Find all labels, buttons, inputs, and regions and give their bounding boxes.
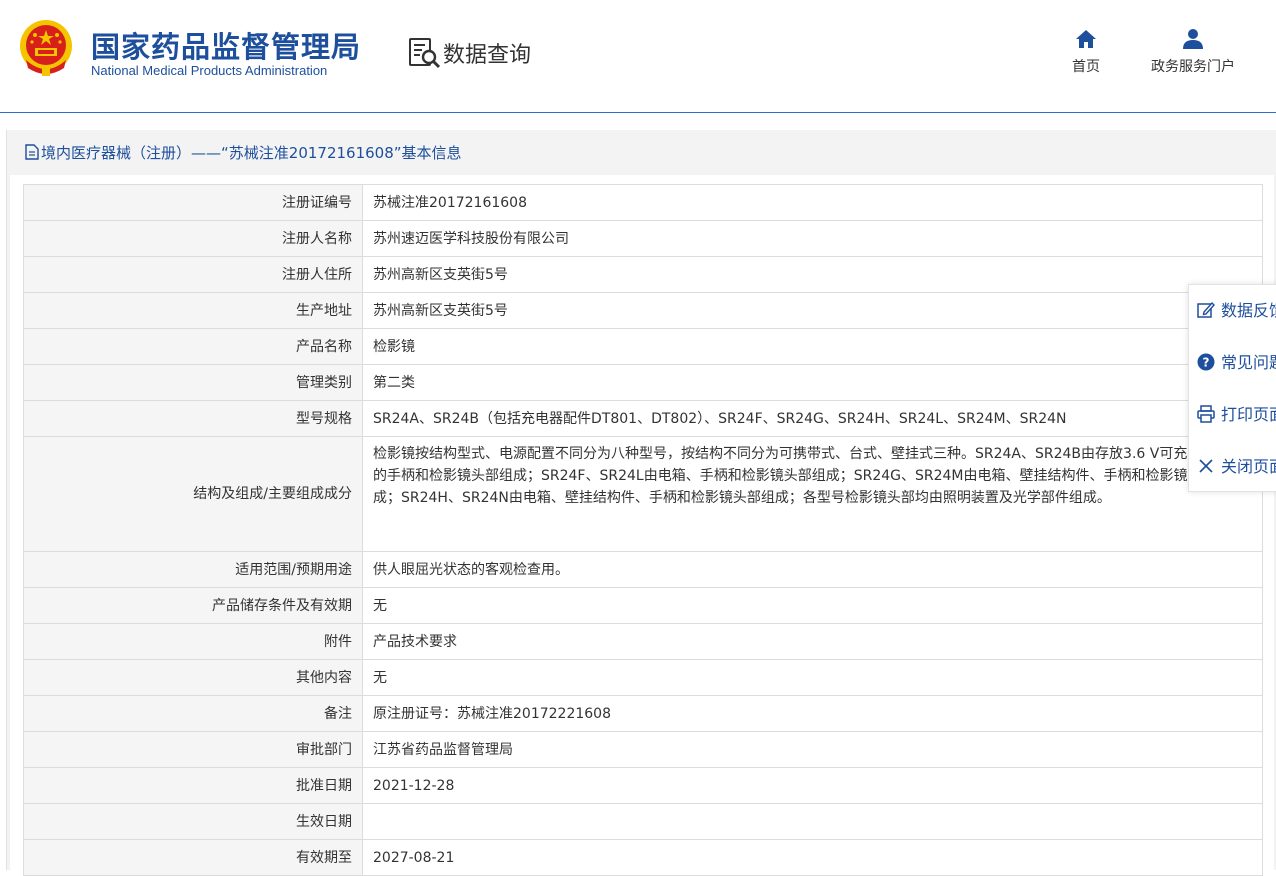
row-label: 注册人住所	[23, 256, 363, 293]
floating-toolbar: 数据反馈 ? 常见问题 打印页面 关闭页面	[1188, 284, 1276, 492]
row-label: 其他内容	[23, 659, 363, 696]
feedback-button[interactable]: 数据反馈	[1197, 297, 1276, 321]
row-label: 型号规格	[23, 400, 363, 437]
close-page-button[interactable]: 关闭页面	[1197, 453, 1276, 477]
data-query-label: 数据查询	[443, 43, 532, 68]
row-label: 有效期至	[23, 839, 363, 876]
document-icon	[25, 144, 39, 160]
row-value: 产品技术要求	[362, 623, 1263, 660]
row-value: 无	[362, 587, 1263, 624]
row-label: 产品储存条件及有效期	[23, 587, 363, 624]
row-label: 生效日期	[23, 803, 363, 840]
table-row: 产品储存条件及有效期无	[23, 587, 1263, 624]
print-label: 打印页面	[1221, 405, 1276, 424]
row-label: 审批部门	[23, 731, 363, 768]
table-row: 型号规格 SR24A、SR24B（包括充电器配件DT801、DT802）、SR24…	[23, 400, 1263, 437]
national-emblem-icon	[20, 20, 72, 76]
detail-panel: 注册证编号 苏械注准20172161608 注册人名称 苏州速迈医学科技股份有限公司…	[10, 175, 1274, 876]
close-page-label: 关闭页面	[1221, 457, 1276, 476]
table-row: 生产地址 苏州高新区支英街5号	[23, 292, 1263, 329]
row-value: 苏州速迈医学科技股份有限公司	[362, 220, 1263, 257]
row-label: 批准日期	[23, 767, 363, 804]
row-value: 检影镜	[362, 328, 1263, 365]
row-value: 苏械注准20172161608	[362, 184, 1263, 221]
question-icon: ?	[1197, 353, 1215, 371]
row-label: 适用范围/预期用途	[23, 551, 363, 588]
table-row: 注册证编号 苏械注准20172161608	[23, 184, 1263, 221]
row-label: 生产地址	[23, 292, 363, 329]
table-row: 其他内容无	[23, 659, 1263, 696]
print-button[interactable]: 打印页面	[1197, 401, 1276, 425]
row-label: 附件	[23, 623, 363, 660]
nav-portal-label: 政务服务门户	[1151, 59, 1235, 75]
data-query-icon	[409, 38, 441, 69]
row-value: 苏州高新区支英街5号	[362, 256, 1263, 293]
table-row: 适用范围/预期用途 供人眼屈光状态的客观检查用。	[23, 551, 1263, 588]
svg-text:?: ?	[1203, 356, 1210, 370]
faq-label: 常见问题	[1221, 353, 1276, 372]
row-value: 2021-12-28	[362, 767, 1263, 804]
row-value: 2027-08-21	[362, 839, 1263, 876]
detail-table: 注册证编号 苏械注准20172161608 注册人名称 苏州速迈医学科技股份有限公司…	[23, 184, 1263, 876]
row-label: 结构及组成/主要组成成分	[23, 436, 363, 552]
row-label: 产品名称	[23, 328, 363, 365]
row-value: 第二类	[362, 364, 1263, 401]
faq-button[interactable]: ? 常见问题	[1197, 349, 1276, 373]
section-title-text: 境内医疗器械（注册）——“苏械注准20172161608”基本信息	[41, 144, 462, 162]
nav-home-link[interactable]: 首页	[1066, 28, 1106, 76]
row-value: 检影镜按结构型式、电源配置不同分为八种型号，按结构不同分为可携带式、台式、壁挂式…	[362, 436, 1263, 552]
close-icon	[1199, 459, 1213, 473]
table-row: 审批部门 江苏省药品监督管理局	[23, 731, 1263, 768]
site-header: 国家药品监督管理局 National Medical Products Admi…	[0, 0, 1276, 113]
nav-home-label: 首页	[1072, 59, 1100, 75]
table-row: 备注 原注册证号：苏械注准20172221608	[23, 695, 1263, 732]
table-row: 管理类别 第二类	[23, 364, 1263, 401]
user-icon	[1183, 29, 1203, 49]
detail-section: 境内医疗器械（注册）——“苏械注准20172161608”基本信息 注册证编号苏…	[6, 130, 1276, 876]
row-label: 管理类别	[23, 364, 363, 401]
printer-icon	[1197, 405, 1215, 423]
row-label: 注册证编号	[23, 184, 363, 221]
nav-portal-link[interactable]: 政务服务门户	[1144, 28, 1242, 76]
table-row: 生效日期	[23, 803, 1263, 840]
table-row: 结构及组成/主要组成成分 检影镜按结构型式、电源配置不同分为八种型号，按结构不同分…	[23, 436, 1263, 552]
site-logo-subtitle: National Medical Products Administration	[91, 63, 328, 78]
feedback-label: 数据反馈	[1221, 301, 1276, 320]
home-icon	[1076, 30, 1096, 48]
table-row: 产品名称 检影镜	[23, 328, 1263, 365]
row-value: 原注册证号：苏械注准20172221608	[362, 695, 1263, 732]
row-value	[362, 803, 1263, 840]
row-label: 备注	[23, 695, 363, 732]
table-row: 注册人名称 苏州速迈医学科技股份有限公司	[23, 220, 1263, 257]
edit-icon	[1197, 301, 1215, 318]
table-row: 注册人住所 苏州高新区支英街5号	[23, 256, 1263, 293]
site-logo-title: 国家药品监督管理局	[91, 30, 362, 64]
table-row: 有效期至 2027-08-21	[23, 839, 1263, 876]
row-value: SR24A、SR24B（包括充电器配件DT801、DT802）、SR24F、SR…	[362, 400, 1263, 437]
row-value: 无	[362, 659, 1263, 696]
table-row: 附件 产品技术要求	[23, 623, 1263, 660]
section-title: 境内医疗器械（注册）——“苏械注准20172161608”基本信息	[25, 142, 462, 163]
row-value: 苏州高新区支英街5号	[362, 292, 1263, 329]
row-value: 供人眼屈光状态的客观检查用。	[362, 551, 1263, 588]
table-row: 批准日期 2021-12-28	[23, 767, 1263, 804]
row-value: 江苏省药品监督管理局	[362, 731, 1263, 768]
row-label: 注册人名称	[23, 220, 363, 257]
